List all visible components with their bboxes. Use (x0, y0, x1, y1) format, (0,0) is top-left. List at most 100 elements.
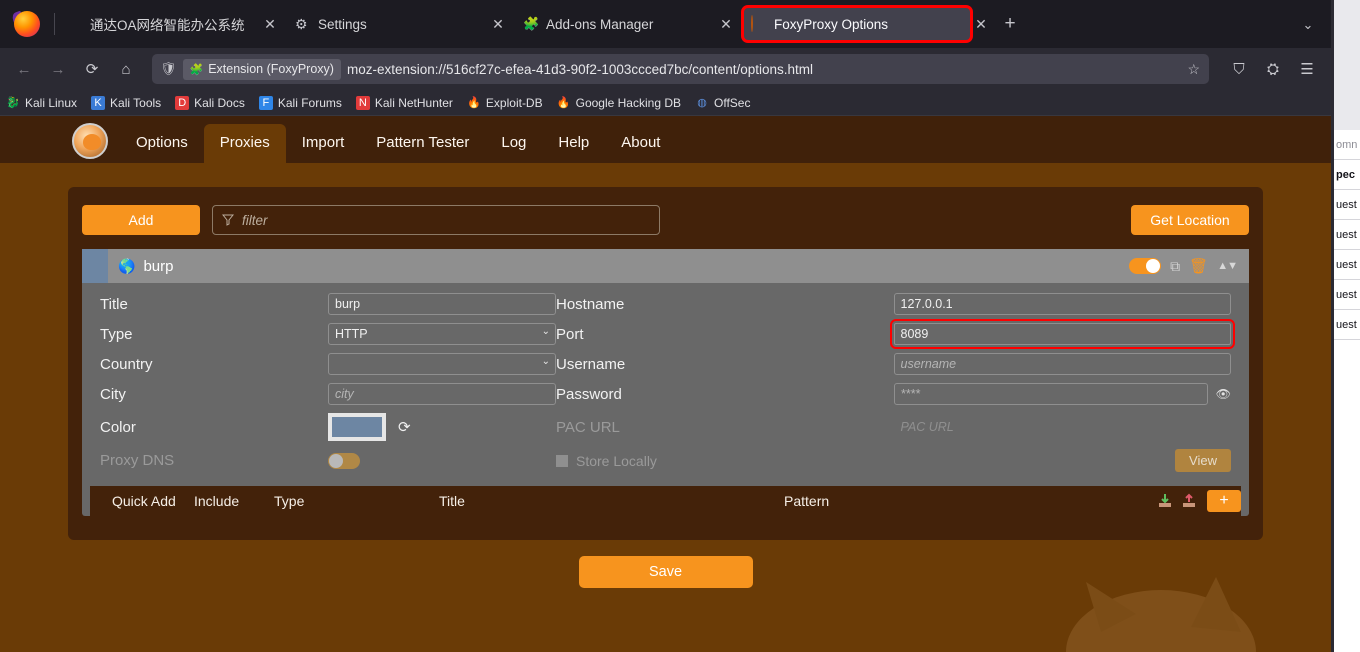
column-quick-add: Quick Add (112, 493, 176, 509)
kali-nethunter-icon: N (355, 95, 370, 110)
pattern-table-header: Quick Add Include Type Title Pattern + (90, 486, 1241, 516)
extensions-icon[interactable]: ⛭ (1257, 54, 1289, 84)
foxyproxy-icon (751, 15, 767, 32)
fp-tab-proxies[interactable]: Proxies (203, 124, 286, 163)
address-bar[interactable]: 🛡 🧩 Extension (FoxyProxy) moz-extension:… (152, 54, 1209, 84)
shield-icon[interactable]: 🛡 (160, 61, 177, 77)
foxyproxy-nav-tabs: Options Proxies Import Pattern Tester Lo… (0, 116, 1331, 163)
import-icon[interactable] (1157, 493, 1173, 509)
foxyproxy-watermark-icon (1066, 577, 1256, 652)
tab-settings[interactable]: ⚙ Settings ✕ (287, 7, 515, 41)
port-input[interactable]: 8089 (889, 319, 1235, 349)
bg-row: uest (1334, 190, 1360, 220)
pac-url-label: PAC URL (556, 418, 620, 436)
pac-url-input: PAC URL (900, 420, 954, 434)
home-button[interactable]: ⌂ (110, 54, 142, 84)
bookmark-label: Kali Linux (25, 95, 78, 110)
app-menu-icon[interactable]: ☰ (1291, 54, 1323, 84)
bg-row: uest (1334, 250, 1360, 280)
url-text[interactable]: moz-extension://516cf27c-efea-41d3-90f2-… (347, 62, 1181, 77)
bookmark-google-hacking-db[interactable]: 🔥 Google Hacking DB (557, 96, 681, 110)
bookmark-kali-docs[interactable]: D Kali Docs (175, 95, 245, 110)
type-label: Type (100, 325, 133, 343)
export-icon[interactable] (1181, 493, 1197, 509)
fp-tab-help[interactable]: Help (542, 124, 605, 163)
type-select[interactable]: HTTP (328, 323, 556, 345)
proxy-color-swatch (82, 249, 108, 283)
close-icon[interactable]: ✕ (261, 15, 279, 33)
reset-icon[interactable]: ⟳ (398, 418, 411, 436)
forward-button[interactable]: → (42, 54, 74, 84)
fp-tab-import[interactable]: Import (286, 124, 361, 163)
foxyproxy-page: Options Proxies Import Pattern Tester Lo… (0, 116, 1331, 652)
back-button[interactable]: ← (8, 54, 40, 84)
pocket-icon[interactable]: ⛉ (1223, 54, 1255, 84)
bookmark-exploit-db[interactable]: 🔥 Exploit-DB (467, 96, 543, 110)
port-label: Port (556, 325, 584, 343)
proxies-toolbar: Add filter Get Location (82, 205, 1249, 235)
bookmark-label: OffSec (714, 95, 751, 110)
fp-tab-log[interactable]: Log (485, 124, 542, 163)
username-label: Username (556, 355, 626, 373)
column-type: Type (274, 493, 305, 509)
proxy-entry-header: 🌎 burp ⧉ 🗑 ▲▼ (82, 249, 1249, 283)
bookmark-star-icon[interactable]: ☆ (1187, 61, 1203, 78)
identity-badge[interactable]: 🧩 Extension (FoxyProxy) (182, 58, 341, 80)
country-select[interactable] (328, 353, 556, 375)
bg-row: uest (1334, 280, 1360, 310)
proxy-dns-label: Proxy DNS (100, 452, 175, 469)
gear-icon: ⚙ (295, 16, 308, 32)
fp-tab-about[interactable]: About (605, 124, 676, 163)
tab-addons-manager[interactable]: 🧩 Add-ons Manager ✕ (515, 7, 743, 41)
extension-puzzle-icon: 🧩 (189, 63, 204, 76)
new-tab-button[interactable]: + (995, 9, 1025, 39)
bookmark-kali-linux[interactable]: 🐉 Kali Linux (6, 96, 77, 110)
color-picker[interactable] (328, 413, 386, 441)
title-input[interactable]: burp (328, 293, 556, 315)
filter-placeholder: filter (242, 212, 268, 228)
password-label: Password (556, 385, 622, 403)
bg-row: uest (1334, 220, 1360, 250)
kali-tools-icon: K (91, 95, 106, 110)
hostname-input[interactable]: 127.0.0.1 (893, 293, 1231, 315)
bookmarks-toolbar: 🐉 Kali Linux K Kali Tools D Kali Docs F … (0, 90, 1331, 116)
add-pattern-button[interactable]: + (1207, 490, 1241, 512)
username-input[interactable]: username (893, 353, 1231, 375)
filter-input[interactable]: filter (212, 205, 660, 235)
move-up-down-icon[interactable]: ▲▼ (1217, 260, 1238, 272)
close-icon[interactable]: ✕ (971, 16, 991, 33)
list-all-tabs-icon[interactable]: ⌄ (1295, 12, 1321, 38)
eye-icon[interactable]: 👁 (1216, 387, 1231, 401)
bookmark-label: Google Hacking DB (575, 95, 681, 110)
add-proxy-button[interactable]: Add (82, 205, 200, 235)
column-pattern: Pattern (784, 493, 830, 509)
proxy-entry: 🌎 burp ⧉ 🗑 ▲▼ Title burp Hostname 127.0.… (82, 249, 1249, 516)
password-input[interactable]: **** (893, 383, 1208, 405)
bookmark-offsec[interactable]: ◍ OffSec (695, 96, 750, 110)
close-icon[interactable]: ✕ (717, 15, 735, 33)
country-label: Country (100, 355, 153, 373)
tab-tongda-oa[interactable]: 通达OA网络智能办公系统 ✕ (59, 7, 287, 41)
proxy-actions: ⧉ 🗑 ▲▼ (1129, 257, 1249, 275)
delete-icon[interactable]: 🗑 (1189, 257, 1208, 275)
bookmark-kali-nethunter[interactable]: N Kali NetHunter (355, 95, 453, 110)
get-location-button[interactable]: Get Location (1131, 205, 1249, 235)
funnel-icon (222, 214, 234, 226)
bg-row: pec (1334, 160, 1360, 190)
bookmark-kali-tools[interactable]: K Kali Tools (91, 95, 162, 110)
bookmark-kali-forums[interactable]: F Kali Forums (258, 95, 342, 110)
tab-foxyproxy-options[interactable]: FoxyProxy Options (741, 5, 973, 43)
city-input[interactable]: city (328, 383, 556, 405)
bookmark-label: Kali Forums (277, 95, 342, 110)
background-window-rows: omn pec uest uest uest uest uest (1334, 130, 1360, 652)
kali-forums-icon: F (258, 95, 273, 110)
duplicate-icon[interactable]: ⧉ (1170, 258, 1180, 275)
proxy-enable-toggle[interactable] (1129, 258, 1162, 274)
fp-tab-pattern-tester[interactable]: Pattern Tester (360, 124, 485, 163)
bookmark-label: Kali Tools (110, 95, 162, 110)
browser-window: 通达OA网络智能办公系统 ✕ ⚙ Settings ✕ 🧩 Add-ons Ma… (0, 0, 1334, 652)
close-icon[interactable]: ✕ (489, 15, 507, 33)
save-button[interactable]: Save (578, 556, 753, 588)
fp-tab-options[interactable]: Options (120, 124, 204, 163)
reload-button[interactable]: ⟳ (76, 54, 108, 84)
